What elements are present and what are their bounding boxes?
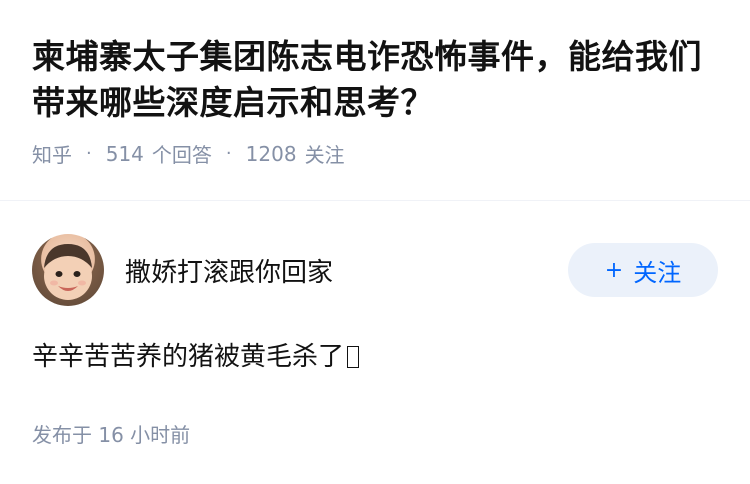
missing-glyph-icon xyxy=(347,346,360,368)
publish-time-value: 16 小时前 xyxy=(98,423,191,447)
plus-icon: + xyxy=(604,257,624,283)
follow-button-label: 关注 xyxy=(633,258,682,287)
question-meta: 知乎 · 514 个回答 · 1208 关注 xyxy=(32,139,718,168)
publish-time: 发布于 16 小时前 xyxy=(32,419,718,448)
meta-separator: · xyxy=(225,143,232,164)
section-divider xyxy=(0,200,750,201)
answer-content[interactable]: 辛辛苦苦养的猪被黄毛杀了 xyxy=(32,337,718,377)
avatar[interactable] xyxy=(32,234,104,306)
question-header: 柬埔寨太子集团陈志电诈恐怖事件，能给我们带来哪些深度启示和思考？ 知乎 · 51… xyxy=(0,0,750,200)
avatar-face-icon xyxy=(44,244,92,300)
answer-card: 撒娇打滚跟你回家 + 关注 辛辛苦苦养的猪被黄毛杀了 发布于 16 小时前 xyxy=(32,233,718,448)
source-label[interactable]: 知乎 xyxy=(32,139,72,168)
answer-count: 514 xyxy=(105,141,144,166)
zhihu-answer-page: 柬埔寨太子集团陈志电诈恐怖事件，能给我们带来哪些深度启示和思考？ 知乎 · 51… xyxy=(0,0,750,484)
meta-separator: · xyxy=(86,143,92,164)
follow-button[interactable]: + 关注 xyxy=(568,243,718,297)
publish-prefix: 发布于 xyxy=(32,423,92,447)
answer-content-text: 辛辛苦苦养的猪被黄毛杀了 xyxy=(32,342,345,372)
follower-count-label[interactable]: 关注 xyxy=(305,139,345,168)
answer-count-label[interactable]: 个回答 xyxy=(152,139,212,168)
author-row: 撒娇打滚跟你回家 + 关注 xyxy=(32,233,718,307)
author-name[interactable]: 撒娇打滚跟你回家 xyxy=(125,252,333,289)
follower-count: 1208 xyxy=(245,141,297,166)
question-title[interactable]: 柬埔寨太子集团陈志电诈恐怖事件，能给我们带来哪些深度启示和思考？ xyxy=(32,34,718,126)
